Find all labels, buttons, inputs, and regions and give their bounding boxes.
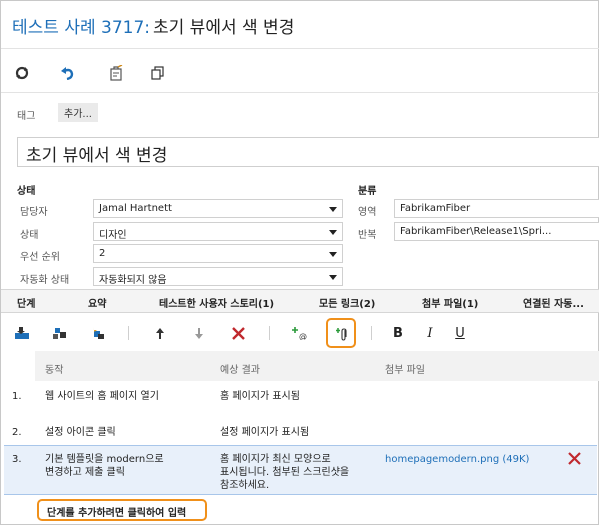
column-action: 동작 — [45, 365, 64, 376]
attach-file-highlight — [326, 318, 356, 348]
create-shared-steps-icon[interactable] — [87, 322, 109, 344]
state-label: 상태 — [20, 230, 39, 241]
priority-dropdown[interactable]: 2 — [93, 244, 343, 263]
tab-strip: 단계 요약 테스트한 사용자 스토리(1) 모든 링크(2) 첨부 파일(1) … — [1, 289, 599, 313]
state-dropdown[interactable]: 디자인 — [93, 222, 343, 241]
italic-button[interactable]: I — [419, 322, 441, 344]
attachment-link[interactable]: homepagemodern.png (49K) — [385, 453, 529, 466]
tags-label: 태그 — [17, 111, 36, 122]
title-field[interactable]: 초기 뷰에서 색 변경 — [17, 137, 599, 167]
steps-toolbar: @ B I U — [1, 315, 599, 351]
step-expected-result[interactable]: 홈 페이지가 최신 모양으로 표시됩니다. 첨부된 스크린샷을 참조하세요. — [220, 453, 349, 492]
area-field[interactable]: FabrikamFiber — [394, 199, 599, 218]
table-row[interactable]: 2. 설정 아이콘 클릭 설정 페이지가 표시됨 — [1, 421, 599, 445]
table-row-selected[interactable]: 3. 기본 템플릿을 modern으로 변경하고 제출 클릭 홈 페이지가 최신… — [4, 445, 597, 495]
svg-text:@: @ — [299, 332, 307, 340]
insert-step-icon[interactable] — [11, 322, 33, 344]
tab-tested-user-stories[interactable]: 테스트한 사용자 스토리(1) — [159, 295, 274, 310]
delete-attachment-icon[interactable] — [568, 452, 581, 469]
step-expected-result[interactable]: 설정 페이지가 표시됨 — [220, 426, 309, 439]
automation-status-dropdown[interactable]: 자동화되지 않음 — [93, 267, 343, 286]
automation-status-label: 자동화 상태 — [20, 275, 70, 286]
iteration-value: FabrikamFiber\Release1\Spri... — [400, 226, 552, 237]
title-bar: 테스트 사례 3717: 초기 뷰에서 색 변경 — [1, 1, 599, 49]
refresh-icon[interactable] — [11, 62, 33, 84]
step-action[interactable]: 웹 사이트의 홈 페이지 열기 — [45, 390, 159, 403]
step-expected-result[interactable]: 홈 페이지가 표시됨 — [220, 390, 300, 403]
delete-step-icon[interactable] — [227, 322, 249, 344]
toolbar-divider — [128, 326, 129, 340]
chevron-down-icon — [329, 230, 337, 235]
toolbar-divider — [269, 326, 270, 340]
state-value: 디자인 — [99, 230, 127, 241]
work-item-form: 테스트 사례 3717: 초기 뷰에서 색 변경 태그 추가... 초기 뷰에서… — [0, 0, 599, 525]
move-down-icon[interactable] — [188, 322, 210, 344]
tab-associated-automation[interactable]: 연결된 자동... — [523, 295, 584, 310]
work-item-type-id: 테스트 사례 3717: — [12, 18, 150, 38]
undo-icon[interactable] — [57, 62, 79, 84]
assigned-to-value: Jamal Hartnett — [99, 203, 172, 214]
area-label: 영역 — [358, 207, 377, 218]
assigned-to-label: 담당자 — [20, 207, 48, 218]
add-tag-button[interactable]: 추가... — [58, 103, 98, 122]
table-row[interactable]: 1. 웹 사이트의 홈 페이지 열기 홈 페이지가 표시됨 — [1, 387, 599, 411]
column-expected-result: 예상 결과 — [220, 365, 260, 376]
step-number: 1. — [12, 391, 22, 402]
tab-all-links[interactable]: 모든 링크(2) — [319, 295, 375, 310]
step-number: 2. — [12, 427, 22, 438]
step-action[interactable]: 기본 템플릿을 modern으로 변경하고 제출 클릭 — [45, 453, 164, 479]
clipboard-edit-icon[interactable] — [105, 62, 127, 84]
classification-section-heading: 분류 — [358, 186, 377, 197]
priority-label: 우선 순위 — [20, 252, 60, 263]
move-up-icon[interactable] — [149, 322, 171, 344]
assigned-to-dropdown[interactable]: Jamal Hartnett — [93, 199, 343, 218]
step-number: 3. — [12, 454, 22, 465]
toolbar-divider — [371, 326, 372, 340]
step-action[interactable]: 설정 아이콘 클릭 — [45, 426, 116, 439]
column-attachments: 첨부 파일 — [385, 365, 425, 376]
steps-grid-header: 동작 예상 결과 첨부 파일 — [35, 351, 599, 381]
work-item-title-header: 초기 뷰에서 색 변경 — [153, 18, 295, 38]
automation-status-value: 자동화되지 않음 — [99, 275, 167, 286]
copy-icon[interactable] — [147, 62, 169, 84]
chevron-down-icon — [329, 207, 337, 212]
tab-summary[interactable]: 요약 — [88, 295, 106, 310]
insert-parameter-icon[interactable]: @ — [289, 322, 311, 344]
bold-button[interactable]: B — [387, 322, 409, 344]
status-section-heading: 상태 — [17, 186, 36, 197]
underline-button[interactable]: U — [449, 322, 471, 344]
form-toolbar — [1, 53, 599, 93]
area-value: FabrikamFiber — [400, 203, 471, 214]
iteration-field[interactable]: FabrikamFiber\Release1\Spri... — [394, 222, 599, 241]
chevron-down-icon — [329, 252, 337, 257]
chevron-down-icon — [329, 275, 337, 280]
insert-shared-steps-icon[interactable] — [49, 322, 71, 344]
iteration-label: 반복 — [358, 230, 377, 241]
tab-attachments[interactable]: 첨부 파일(1) — [422, 295, 478, 310]
add-step-input[interactable]: 단계를 추가하려면 클릭하여 입력 — [37, 499, 207, 521]
tab-steps[interactable]: 단계 — [17, 295, 35, 310]
priority-value: 2 — [99, 248, 106, 259]
